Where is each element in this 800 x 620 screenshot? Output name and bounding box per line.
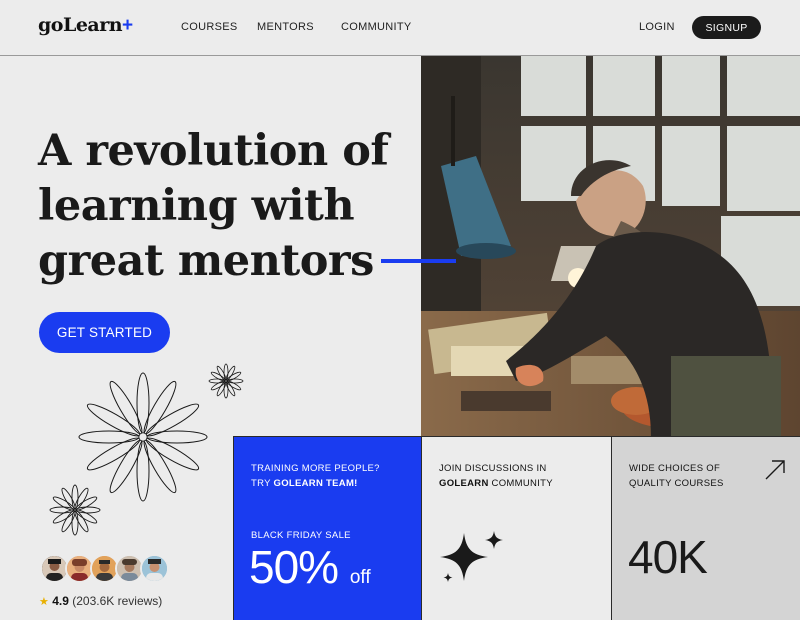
nav-mentors[interactable]: MENTORS (257, 21, 314, 33)
logo-plus: + (122, 15, 133, 36)
get-started-button[interactable]: GET STARTED (39, 312, 170, 353)
community-line-2: GOLEARN COMMUNITY (439, 476, 553, 491)
avatar (140, 554, 169, 583)
courses-text: WIDE CHOICES OF QUALITY COURSES (629, 461, 724, 491)
logo[interactable]: goLearn+ (38, 14, 133, 37)
team-promo-prefix: TRY (251, 478, 274, 489)
logo-text: goLearn (38, 14, 123, 36)
team-promo-text: TRAINING MORE PEOPLE? TRY GOLEARN TEAM! (251, 461, 380, 491)
rating-score: 4.9 (52, 594, 69, 608)
signup-button[interactable]: SIGNUP (692, 16, 761, 39)
rating: ★ 4.9 (203.6K reviews) (39, 594, 162, 608)
nav-community[interactable]: COMMUNITY (341, 21, 412, 33)
rating-reviews: (203.6K reviews) (72, 594, 163, 608)
courses-card[interactable]: WIDE CHOICES OF QUALITY COURSES 40K (611, 436, 800, 620)
community-card[interactable]: JOIN DISCUSSIONS IN GOLEARN COMMUNITY (421, 436, 611, 620)
team-promo-bold: GOLEARN TEAM! (273, 478, 358, 489)
hero-title: A revolution of learning with great ment… (38, 124, 398, 289)
login-link[interactable]: LOGIN (639, 21, 675, 33)
top-nav: goLearn+ COURSES MENTORS COMMUNITY LOGIN… (0, 0, 800, 56)
community-text: JOIN DISCUSSIONS IN GOLEARN COMMUNITY (439, 461, 553, 491)
flower-decoration-small (208, 363, 244, 399)
courses-line-2: QUALITY COURSES (629, 478, 724, 489)
hero-title-line-1: A revolution of (38, 126, 389, 176)
star-icon: ★ (39, 596, 49, 608)
sale-percent: 50% (249, 541, 339, 593)
team-promo-line-1: TRAINING MORE PEOPLE? (251, 463, 380, 474)
course-count: 40K (628, 531, 708, 583)
nav-courses[interactable]: COURSES (181, 21, 238, 33)
courses-line-1: WIDE CHOICES OF (629, 463, 721, 474)
sale-off: off (349, 567, 371, 588)
sparkle-icon (440, 531, 503, 582)
flower-decoration-medium (49, 484, 101, 536)
hero-title-line-3: great mentors (38, 236, 374, 286)
team-promo-card[interactable]: TRAINING MORE PEOPLE? TRY GOLEARN TEAM! … (233, 436, 421, 620)
community-suffix: COMMUNITY (488, 478, 553, 489)
community-line-1: JOIN DISCUSSIONS IN (439, 463, 547, 474)
hero-title-line-2: learning with (38, 181, 355, 231)
team-promo-line-2: TRY GOLEARN TEAM! (251, 476, 380, 491)
arrow-up-right-icon[interactable] (764, 459, 786, 481)
accent-line (381, 259, 456, 263)
hero-photo (421, 56, 800, 437)
community-bold: GOLEARN (439, 478, 489, 489)
sale-value: 50% off (249, 540, 371, 594)
